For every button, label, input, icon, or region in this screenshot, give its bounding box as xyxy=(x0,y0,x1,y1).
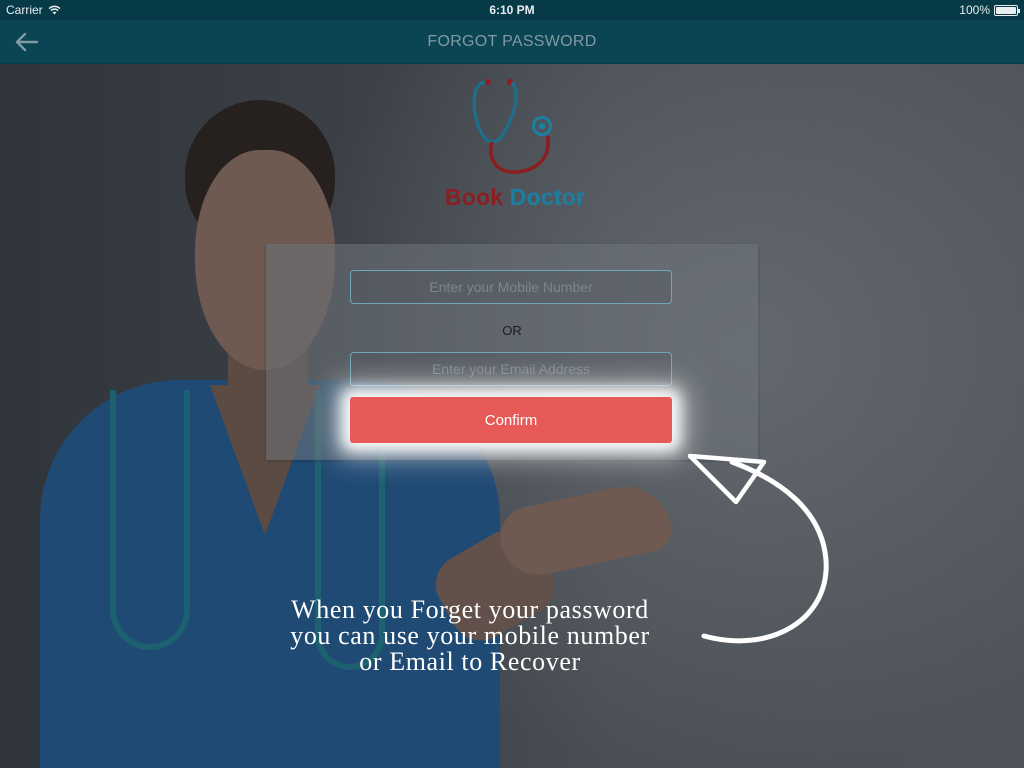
forgot-password-screen: Carrier 6:10 PM 100% FORGOT PASSWORD Boo… xyxy=(0,0,1024,768)
recovery-form-card: OR Confirm xyxy=(266,244,758,460)
status-bar: Carrier 6:10 PM 100% xyxy=(0,0,1024,20)
instruction-line-3: or Email to Recover xyxy=(359,647,581,676)
email-address-field[interactable] xyxy=(350,352,672,386)
or-separator: OR xyxy=(502,323,522,338)
brand-word-doctor: Doctor xyxy=(509,184,586,210)
app-logo: Book Doctor xyxy=(430,76,600,216)
stethoscope-icon xyxy=(472,79,552,174)
instruction-text: When you Forget your password you can us… xyxy=(230,597,710,675)
instruction-line-1: When you Forget your password xyxy=(291,595,649,624)
battery-icon xyxy=(994,4,1020,16)
brand-word-book: Book xyxy=(444,184,504,210)
instruction-line-2: you can use your mobile number xyxy=(290,621,650,650)
navigation-bar: FORGOT PASSWORD xyxy=(0,20,1024,64)
confirm-button[interactable]: Confirm xyxy=(350,397,672,443)
mobile-number-input[interactable] xyxy=(351,271,671,303)
battery-percent: 100% xyxy=(959,3,990,17)
mobile-number-field[interactable] xyxy=(350,270,672,304)
brand-name: Book Doctor xyxy=(430,184,600,211)
email-address-input[interactable] xyxy=(351,353,671,385)
status-time: 6:10 PM xyxy=(489,3,535,17)
page-title: FORGOT PASSWORD xyxy=(427,33,597,50)
battery-indicator: 100% xyxy=(959,3,1020,17)
